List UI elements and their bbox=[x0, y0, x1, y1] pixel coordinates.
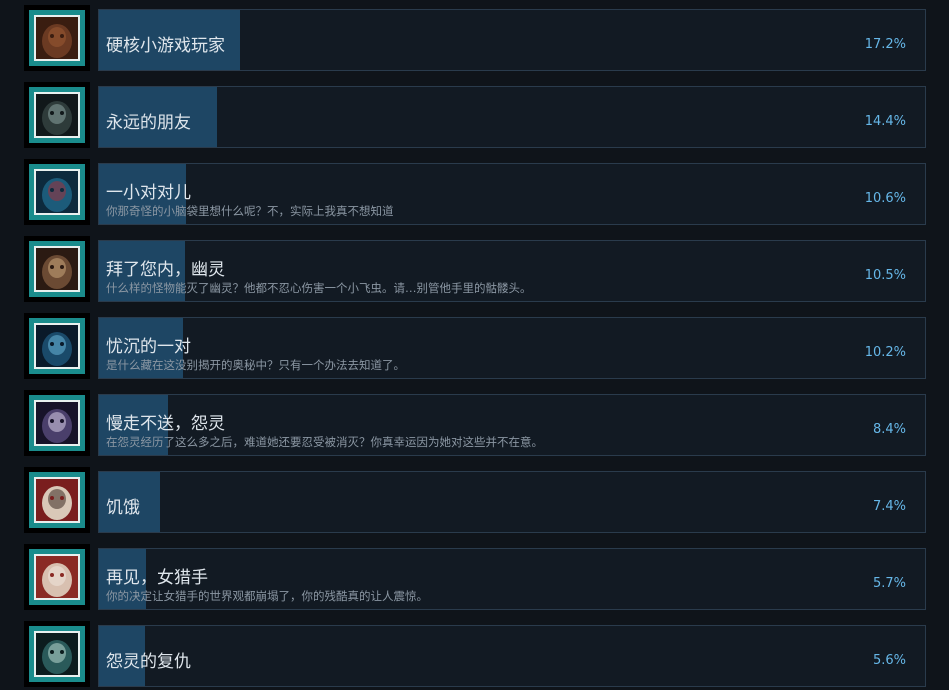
achievement-icon-frame bbox=[24, 236, 90, 302]
achievement-card[interactable]: 再见，女猎手 你的决定让女猎手的世界观都崩塌了，你的残酷真的让人震惊。 5.7% bbox=[98, 548, 926, 610]
achievement-card[interactable]: 饥饿 7.4% bbox=[98, 471, 926, 533]
achievement-title: 一小对对儿 bbox=[106, 183, 191, 203]
achievement-card[interactable]: 一小对对儿 你那奇怪的小脑袋里想什么呢？不，实际上我真不想知道 10.6% bbox=[98, 163, 926, 225]
achievement-card[interactable]: 慢走不送，怨灵 在怨灵经历了这么多之后，难道她还要忍受被消灭？你真幸运因为她对这些… bbox=[98, 394, 926, 456]
achievement-row[interactable]: 硬核小游戏玩家 17.2% bbox=[0, 5, 949, 73]
achievement-icon-frame bbox=[24, 82, 90, 148]
masked-spirit-icon bbox=[34, 400, 80, 446]
achievement-card[interactable]: 忧沉的一对 是什么藏在这没别揭开的奥秘中？只有一个办法去知道了。 10.2% bbox=[98, 317, 926, 379]
unlock-percentage: 17.2% bbox=[864, 37, 906, 52]
achievement-title: 再见，女猎手 bbox=[106, 568, 208, 588]
achievement-title: 饥饿 bbox=[106, 498, 140, 518]
achievement-description: 是什么藏在这没别揭开的奥秘中？只有一个办法去知道了。 bbox=[106, 358, 405, 372]
bloody-face-icon bbox=[34, 477, 80, 523]
achievement-list: 硬核小游戏玩家 17.2% 永远的朋友 14.4% 一小对对儿 你那奇怪的小脑袋里想什么呢… bbox=[0, 0, 949, 690]
unlock-percentage: 10.6% bbox=[864, 191, 906, 206]
achievement-icon-border bbox=[29, 626, 85, 682]
achievement-title: 永远的朋友 bbox=[106, 113, 191, 133]
achievement-icon-frame bbox=[24, 159, 90, 225]
achievement-icon-frame bbox=[24, 390, 90, 456]
achievement-icon-frame bbox=[24, 621, 90, 687]
unlock-percentage: 10.5% bbox=[864, 268, 906, 283]
achievement-icon-border bbox=[29, 87, 85, 143]
achievement-row[interactable]: 饥饿 7.4% bbox=[0, 467, 949, 535]
achievement-row[interactable]: 再见，女猎手 你的决定让女猎手的世界观都崩塌了，你的残酷真的让人震惊。 5.7% bbox=[0, 544, 949, 612]
achievement-row[interactable]: 永远的朋友 14.4% bbox=[0, 82, 949, 150]
unlock-percentage: 14.4% bbox=[864, 114, 906, 129]
achievement-row[interactable]: 拜了您内，幽灵 什么样的怪物能灭了幽灵？他都不忍心伤害一个小飞虫。请…别管他手里的… bbox=[0, 236, 949, 304]
achievement-icon-border bbox=[29, 549, 85, 605]
achievement-card[interactable]: 拜了您内，幽灵 什么样的怪物能灭了幽灵？他都不忍心伤害一个小飞虫。请…别管他手里的… bbox=[98, 240, 926, 302]
achievement-icon-border bbox=[29, 472, 85, 528]
achievement-row[interactable]: 慢走不送，怨灵 在怨灵经历了这么多之后，难道她还要忍受被消灭？你真幸运因为她对这些… bbox=[0, 390, 949, 458]
achievement-title: 硬核小游戏玩家 bbox=[106, 36, 225, 56]
achievement-icon-border bbox=[29, 164, 85, 220]
achievement-icon-frame bbox=[24, 5, 90, 71]
unlock-percentage: 5.7% bbox=[872, 576, 906, 591]
unlock-percentage: 5.6% bbox=[872, 653, 906, 668]
werewolf-face-icon bbox=[34, 246, 80, 292]
achievement-card[interactable]: 永远的朋友 14.4% bbox=[98, 86, 926, 148]
achievement-description: 你的决定让女猎手的世界观都崩塌了，你的残酷真的让人震惊。 bbox=[106, 589, 428, 603]
achievement-title: 怨灵的复仇 bbox=[106, 652, 191, 672]
unlock-percentage: 10.2% bbox=[864, 345, 906, 360]
ghoul-face-icon bbox=[34, 92, 80, 138]
achievement-description: 在怨灵经历了这么多之后，难道她还要忍受被消灭？你真幸运因为她对这些并不在意。 bbox=[106, 435, 543, 449]
achievement-icon-border bbox=[29, 241, 85, 297]
achievement-row[interactable]: 怨灵的复仇 5.6% bbox=[0, 621, 949, 689]
achievement-title: 拜了您内，幽灵 bbox=[106, 260, 225, 280]
achievement-icon-border bbox=[29, 10, 85, 66]
achievement-title: 慢走不送，怨灵 bbox=[106, 414, 225, 434]
achievement-icon-border bbox=[29, 318, 85, 374]
haunted-room-icon bbox=[34, 169, 80, 215]
achievement-card[interactable]: 硬核小游戏玩家 17.2% bbox=[98, 9, 926, 71]
moonlit-scene-icon bbox=[34, 323, 80, 369]
achievement-title: 忧沉的一对 bbox=[106, 337, 191, 357]
fur-creature-icon bbox=[34, 15, 80, 61]
achievement-row[interactable]: 一小对对儿 你那奇怪的小脑袋里想什么呢？不，实际上我真不想知道 10.6% bbox=[0, 159, 949, 227]
achievement-description: 你那奇怪的小脑袋里想什么呢？不，实际上我真不想知道 bbox=[106, 204, 394, 218]
achievement-row[interactable]: 忧沉的一对 是什么藏在这没别揭开的奥秘中？只有一个办法去知道了。 10.2% bbox=[0, 313, 949, 381]
unlock-percentage: 8.4% bbox=[872, 422, 906, 437]
huntress-face-icon bbox=[34, 554, 80, 600]
achievement-icon-frame bbox=[24, 313, 90, 379]
achievement-icon-frame bbox=[24, 544, 90, 610]
achievement-description: 什么样的怪物能灭了幽灵？他都不忍心伤害一个小飞虫。请…别管他手里的骷髅头。 bbox=[106, 281, 532, 295]
achievement-card[interactable]: 怨灵的复仇 5.6% bbox=[98, 625, 926, 687]
achievement-icon-frame bbox=[24, 467, 90, 533]
unlock-percentage: 7.4% bbox=[872, 499, 906, 514]
vengeful-spirit-icon bbox=[34, 631, 80, 677]
achievement-icon-border bbox=[29, 395, 85, 451]
